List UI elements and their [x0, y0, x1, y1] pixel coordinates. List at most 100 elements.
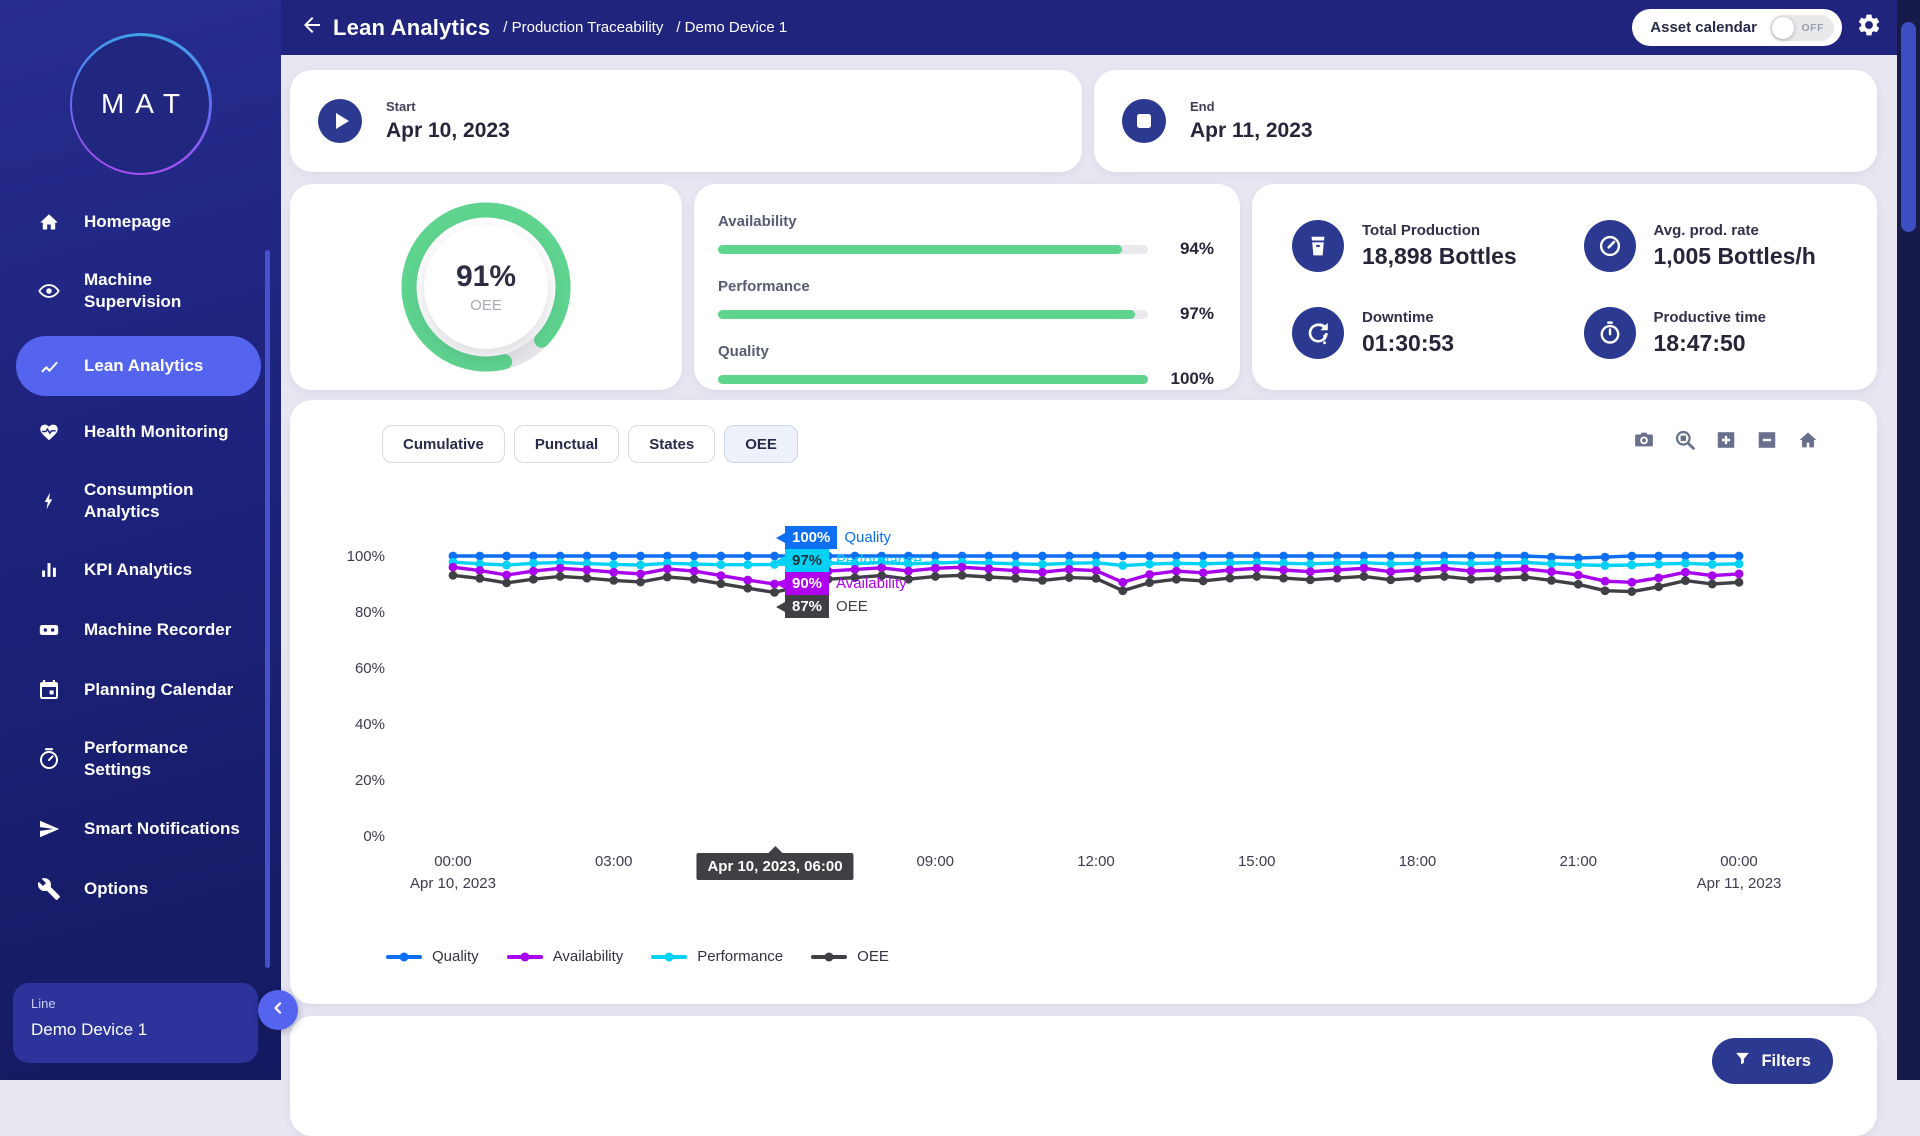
- series-point-performance[interactable]: [717, 560, 726, 569]
- series-point-oee[interactable]: [1386, 575, 1395, 584]
- series-point-performance[interactable]: [743, 560, 752, 569]
- series-point-performance[interactable]: [1199, 559, 1208, 568]
- series-point-oee[interactable]: [1279, 574, 1288, 583]
- series-point-oee[interactable]: [1681, 576, 1690, 585]
- series-point-oee[interactable]: [931, 572, 940, 581]
- series-point-oee[interactable]: [1440, 572, 1449, 581]
- series-point-oee[interactable]: [1199, 577, 1208, 586]
- series-point-oee[interactable]: [663, 573, 672, 582]
- sidebar-item-smart-notifications[interactable]: Smart Notifications: [16, 805, 261, 853]
- series-point-availability[interactable]: [717, 571, 726, 580]
- tab-oee[interactable]: OEE: [724, 425, 798, 463]
- series-point-availability[interactable]: [1279, 566, 1288, 575]
- back-button[interactable]: [297, 13, 327, 43]
- legend-item-oee[interactable]: OEE: [811, 948, 889, 965]
- series-point-quality[interactable]: [475, 552, 484, 561]
- asset-calendar-pill[interactable]: Asset calendar OFF: [1632, 9, 1842, 46]
- sidebar-collapse-button[interactable]: [258, 990, 298, 1030]
- sidebar-item-machine-supervision[interactable]: Machine Supervision: [16, 258, 261, 324]
- series-point-quality[interactable]: [1386, 552, 1395, 561]
- series-point-availability[interactable]: [663, 564, 672, 573]
- series-point-availability[interactable]: [1547, 567, 1556, 576]
- series-point-availability[interactable]: [609, 568, 618, 577]
- series-point-availability[interactable]: [1735, 570, 1744, 579]
- zoom-box-icon[interactable]: [1672, 428, 1698, 452]
- breadcrumb-item[interactable]: / Demo Device 1: [676, 19, 787, 36]
- series-point-availability[interactable]: [1118, 578, 1127, 587]
- series-point-availability[interactable]: [502, 571, 511, 580]
- series-point-quality[interactable]: [583, 552, 592, 561]
- camera-icon[interactable]: [1631, 428, 1657, 452]
- breadcrumb-item[interactable]: / Production Traceability: [503, 19, 663, 36]
- series-point-performance[interactable]: [1386, 559, 1395, 568]
- series-point-availability[interactable]: [1092, 566, 1101, 575]
- series-point-quality[interactable]: [1145, 552, 1154, 561]
- series-point-availability[interactable]: [1172, 567, 1181, 576]
- series-point-performance[interactable]: [609, 560, 618, 569]
- tab-states[interactable]: States: [628, 425, 715, 463]
- sidebar-item-homepage[interactable]: Homepage: [16, 198, 261, 246]
- series-point-oee[interactable]: [502, 578, 511, 587]
- series-point-performance[interactable]: [1574, 560, 1583, 569]
- series-point-oee[interactable]: [1011, 574, 1020, 583]
- series-point-performance[interactable]: [1681, 559, 1690, 568]
- series-point-availability[interactable]: [984, 564, 993, 573]
- series-point-performance[interactable]: [1735, 559, 1744, 568]
- series-point-oee[interactable]: [1413, 574, 1422, 583]
- series-point-oee[interactable]: [529, 575, 538, 584]
- series-point-availability[interactable]: [958, 563, 967, 572]
- series-point-oee[interactable]: [1306, 575, 1315, 584]
- series-point-availability[interactable]: [690, 567, 699, 576]
- zoom-out-icon[interactable]: [1754, 428, 1780, 452]
- series-point-performance[interactable]: [1038, 560, 1047, 569]
- series-point-availability[interactable]: [1440, 564, 1449, 573]
- series-point-availability[interactable]: [1467, 567, 1476, 576]
- zoom-in-icon[interactable]: [1713, 428, 1739, 452]
- series-point-availability[interactable]: [1306, 567, 1315, 576]
- series-point-oee[interactable]: [1601, 586, 1610, 595]
- series-point-oee[interactable]: [1493, 574, 1502, 583]
- series-point-oee[interactable]: [743, 584, 752, 593]
- series-point-oee[interactable]: [475, 574, 484, 583]
- sidebar-item-kpi-analytics[interactable]: KPI Analytics: [16, 546, 261, 594]
- series-point-oee[interactable]: [636, 578, 645, 587]
- series-point-oee[interactable]: [583, 574, 592, 583]
- series-point-availability[interactable]: [1493, 566, 1502, 575]
- series-point-availability[interactable]: [1520, 564, 1529, 573]
- filters-button[interactable]: Filters: [1712, 1038, 1833, 1084]
- series-point-oee[interactable]: [1145, 578, 1154, 587]
- series-point-oee[interactable]: [449, 571, 458, 580]
- line-device-card[interactable]: Line Demo Device 1: [13, 983, 258, 1063]
- series-point-oee[interactable]: [1172, 575, 1181, 584]
- series-point-availability[interactable]: [1011, 566, 1020, 575]
- series-point-oee[interactable]: [1118, 586, 1127, 595]
- series-point-availability[interactable]: [1386, 567, 1395, 576]
- series-point-performance[interactable]: [1601, 561, 1610, 570]
- page-scrollbar[interactable]: [1897, 0, 1920, 1080]
- series-point-oee[interactable]: [1226, 574, 1235, 583]
- sidebar-item-planning-calendar[interactable]: Planning Calendar: [16, 666, 261, 714]
- series-point-quality[interactable]: [1199, 552, 1208, 561]
- series-point-oee[interactable]: [1520, 573, 1529, 582]
- series-point-quality[interactable]: [1735, 552, 1744, 561]
- series-point-quality[interactable]: [743, 552, 752, 561]
- series-point-quality[interactable]: [1306, 552, 1315, 561]
- series-point-performance[interactable]: [636, 561, 645, 570]
- series-point-availability[interactable]: [1708, 571, 1717, 580]
- series-point-availability[interactable]: [1654, 573, 1663, 582]
- series-point-quality[interactable]: [1038, 552, 1047, 561]
- series-point-performance[interactable]: [1172, 559, 1181, 568]
- series-point-availability[interactable]: [1413, 566, 1422, 575]
- series-point-quality[interactable]: [609, 552, 618, 561]
- series-point-performance[interactable]: [1654, 560, 1663, 569]
- series-point-availability[interactable]: [1199, 568, 1208, 577]
- series-point-performance[interactable]: [1467, 559, 1476, 568]
- series-point-oee[interactable]: [1252, 572, 1261, 581]
- page-scrollbar-thumb[interactable]: [1901, 22, 1916, 232]
- series-point-oee[interactable]: [556, 572, 565, 581]
- tab-punctual[interactable]: Punctual: [514, 425, 619, 463]
- series-point-availability[interactable]: [529, 567, 538, 576]
- sidebar-item-options[interactable]: Options: [16, 865, 261, 913]
- series-point-quality[interactable]: [1654, 552, 1663, 561]
- series-point-performance[interactable]: [502, 561, 511, 570]
